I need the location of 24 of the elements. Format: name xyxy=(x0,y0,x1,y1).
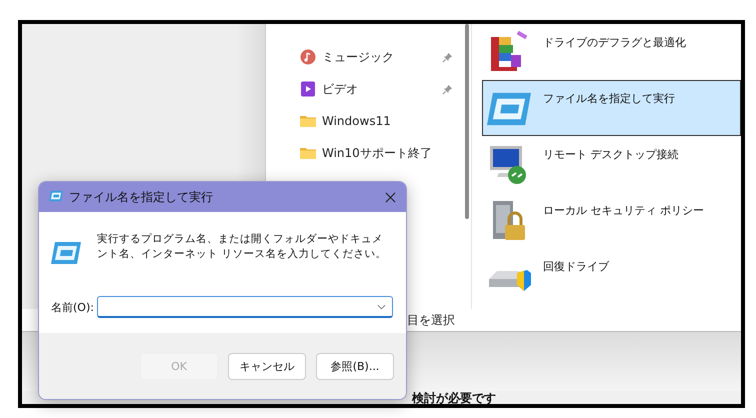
folder-icon xyxy=(300,145,316,161)
app-item[interactable]: ローカル セキュリティ ポリシー xyxy=(482,192,741,248)
name-label: 名前(O): xyxy=(51,300,95,314)
app-item[interactable]: ファイル名を指定して実行 xyxy=(482,80,741,136)
chevron-down-icon[interactable] xyxy=(377,304,386,310)
nav-item[interactable]: ミュージック xyxy=(266,41,471,73)
folder-icon xyxy=(300,113,316,129)
close-icon[interactable] xyxy=(385,192,396,202)
dialog-message: 実行するプログラム名、または開くフォルダーやドキュメント名、インターネット リソース名を入力してください。 xyxy=(97,232,388,262)
nav-item[interactable]: Win10サポート終了 xyxy=(266,137,471,169)
dialog-button[interactable]: 参照(B)... xyxy=(316,352,394,380)
nav-item[interactable]: Windows11 xyxy=(266,105,471,137)
nav-item[interactable]: ビデオ xyxy=(266,73,471,105)
run-window-icon xyxy=(49,188,63,202)
music-note-icon xyxy=(300,49,316,65)
app-item[interactable]: 回復ドライブ xyxy=(482,248,741,304)
status-text: 目を選択 xyxy=(407,312,455,328)
app-item[interactable]: リモート デスクトップ接続 xyxy=(482,136,741,192)
dialog-button[interactable]: キャンセル xyxy=(228,352,306,380)
scrollbar[interactable] xyxy=(465,24,469,219)
name-combo-field[interactable] xyxy=(97,296,393,318)
dialog-title: ファイル名を指定して実行 xyxy=(69,188,214,206)
app-item[interactable]: ドライブのデフラグと最適化 xyxy=(482,24,741,80)
video-icon xyxy=(300,81,316,97)
